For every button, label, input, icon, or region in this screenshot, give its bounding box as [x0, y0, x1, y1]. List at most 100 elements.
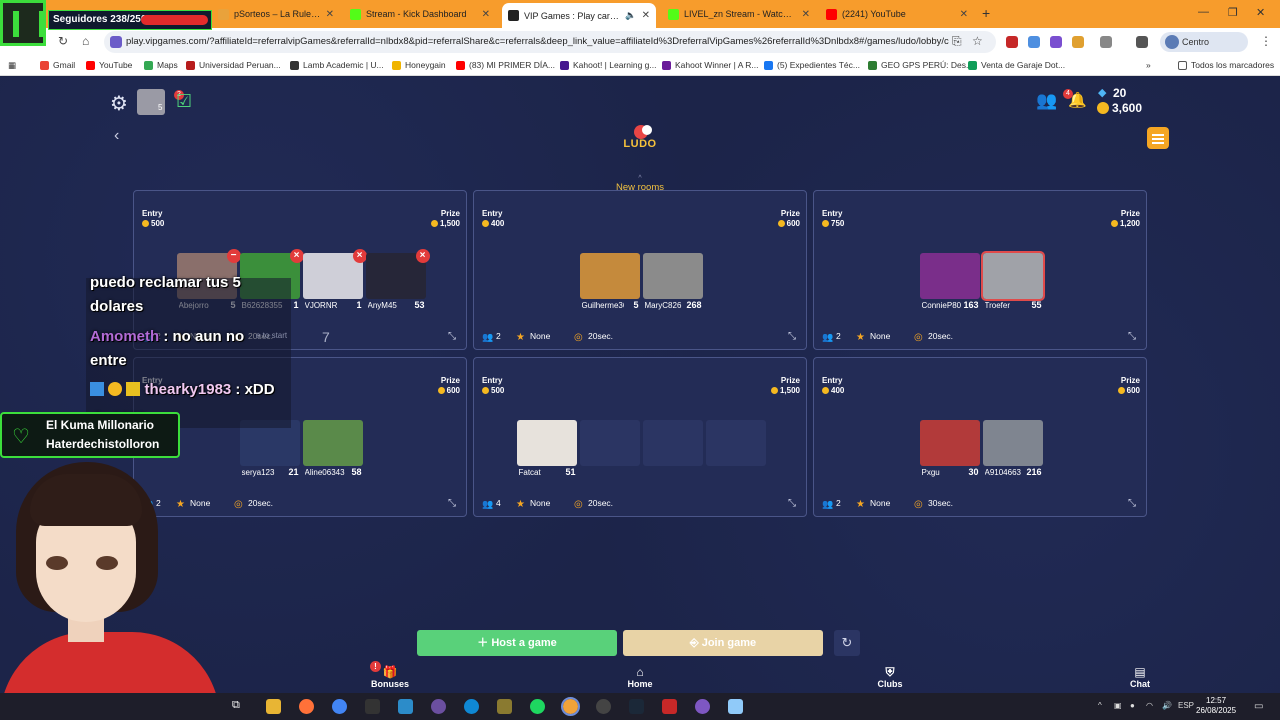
- minimize-icon[interactable]: —: [1198, 6, 1209, 18]
- menu-kebab-icon[interactable]: ⋮: [1260, 34, 1272, 48]
- game-icon[interactable]: [497, 699, 512, 714]
- room-card[interactable]: Entry 400 Prize 600 Pxgu 30 A9104663 216: [813, 357, 1147, 517]
- room-card[interactable]: Entry 400 Prize 600 Guilherme36 5 MaryC8…: [473, 190, 807, 350]
- extensions-puzzle-icon[interactable]: [1100, 36, 1112, 48]
- bookmark-maps[interactable]: Maps: [144, 60, 178, 70]
- expand-icon[interactable]: ⤡: [788, 331, 796, 342]
- language-indicator[interactable]: ESP: [1178, 701, 1194, 710]
- gear-icon[interactable]: ⚙: [110, 91, 128, 116]
- close-tab-icon[interactable]: ✕: [960, 9, 968, 20]
- vscode-icon[interactable]: [398, 699, 413, 714]
- app-icon[interactable]: [728, 699, 743, 714]
- nav-chat[interactable]: ▤ Chat: [1110, 665, 1170, 689]
- empty-seat[interactable]: [642, 420, 703, 478]
- wifi-icon[interactable]: ◠: [1146, 701, 1153, 710]
- obs-icon[interactable]: [431, 699, 446, 714]
- clock[interactable]: 12:57 26/08/2025: [1196, 696, 1236, 716]
- extension-icon[interactable]: [1050, 36, 1062, 48]
- reload-icon[interactable]: ↻: [58, 34, 68, 48]
- tab-kick-dashboard[interactable]: Stream - Kick Dashboard ✕: [344, 3, 496, 25]
- chrome-profile-icon[interactable]: [561, 697, 580, 716]
- room-card[interactable]: Entry 750 Prize 1,200 ConnieP80 163 Troe…: [813, 190, 1147, 350]
- home-browser-icon[interactable]: ⌂: [82, 34, 89, 48]
- close-tab-icon[interactable]: ✕: [642, 10, 650, 21]
- kick-player-icon[interactable]: ×: [415, 249, 430, 263]
- bookmark-expedientes[interactable]: (5) Expedientes Téc...: [764, 60, 860, 70]
- expand-icon[interactable]: ⤡: [1128, 331, 1136, 342]
- kick-player-icon[interactable]: ×: [352, 249, 367, 263]
- prize-label: Prize 1,500: [771, 376, 800, 395]
- tab-livel-stream[interactable]: LIVEL_zn Stream - Watch Live o ✕: [662, 3, 816, 25]
- app-icon[interactable]: [596, 699, 611, 714]
- nav-bonuses[interactable]: 🎁 Bonuses: [360, 665, 420, 689]
- bookmark-youtube[interactable]: YouTube: [86, 60, 132, 70]
- close-tab-icon[interactable]: ✕: [482, 9, 490, 20]
- tasks-check-icon[interactable]: ☑: [176, 91, 192, 112]
- tray-icon[interactable]: ▣: [1114, 701, 1122, 710]
- steam-icon[interactable]: [629, 699, 644, 714]
- expand-icon[interactable]: ⤡: [448, 498, 456, 509]
- host-game-button[interactable]: ＋ Host a game: [417, 630, 617, 656]
- extension-icon[interactable]: [1072, 36, 1084, 48]
- tab-vip-games[interactable]: VIP Games : Play card and l 🔈 ✕: [502, 3, 656, 28]
- profile-button[interactable]: Centro educativo: [1160, 32, 1248, 67]
- nav-home[interactable]: ⌂ Home: [610, 665, 670, 689]
- tab-sorteos[interactable]: pSorteos – La Ruleta de la S ✕: [212, 3, 340, 25]
- bookmark-lamb[interactable]: Lamb Academic | U...: [290, 60, 384, 70]
- extension-icon[interactable]: [1028, 36, 1040, 48]
- close-tab-icon[interactable]: ✕: [802, 9, 810, 20]
- camera-icon[interactable]: [365, 699, 380, 714]
- media-control-icon[interactable]: [1136, 36, 1148, 48]
- spotify-icon[interactable]: [530, 699, 545, 714]
- edge-icon[interactable]: [464, 699, 479, 714]
- restore-icon[interactable]: ❐: [1228, 6, 1238, 19]
- firefox-icon[interactable]: [299, 699, 314, 714]
- close-window-icon[interactable]: ✕: [1256, 6, 1265, 19]
- expand-icon[interactable]: ⤡: [788, 498, 796, 509]
- chrome-icon[interactable]: [332, 699, 347, 714]
- tab-youtube[interactable]: (2241) YouTube ✕: [820, 3, 974, 25]
- new-tab-button[interactable]: +: [982, 5, 990, 21]
- notifications-icon[interactable]: ▭: [1254, 701, 1263, 712]
- empty-seat[interactable]: [705, 420, 766, 478]
- url-input[interactable]: play.vipgames.com/?affiliateId=referralv…: [104, 31, 996, 53]
- bookmark-kahoot[interactable]: Kahoot! | Learning g...: [560, 60, 657, 70]
- empty-seat[interactable]: [579, 420, 640, 478]
- bell-icon[interactable]: 🔔: [1068, 91, 1087, 109]
- bookmark-honeygain[interactable]: Honeygain: [392, 60, 446, 70]
- close-tab-icon[interactable]: ✕: [326, 9, 334, 20]
- kick-player-icon[interactable]: ×: [289, 249, 304, 263]
- app-icon[interactable]: [662, 699, 677, 714]
- bookmark-universidad[interactable]: Universidad Peruan...: [186, 60, 281, 70]
- apps-grid-icon[interactable]: ▦: [8, 60, 16, 71]
- tray-chevron-icon[interactable]: ^: [1098, 701, 1102, 710]
- player-name: Aline06343: [304, 468, 345, 477]
- extension-icon[interactable]: [1006, 36, 1018, 48]
- more-bookmarks-icon[interactable]: »: [1146, 60, 1151, 70]
- task-view-icon[interactable]: ⧉: [232, 699, 247, 714]
- tab-audio-icon[interactable]: 🔈: [625, 10, 636, 21]
- youtube-icon: [826, 8, 837, 20]
- mic-icon[interactable]: ●: [1130, 701, 1135, 710]
- back-arrow-icon[interactable]: ‹: [114, 127, 119, 145]
- refresh-icon[interactable]: ↻: [834, 630, 860, 656]
- room-card[interactable]: Entry 500 Prize 1,500 Fatcat 51 👥 4 ★ No…: [473, 357, 807, 517]
- friends-icon[interactable]: 👥: [1036, 91, 1057, 111]
- bookmark-geogps[interactable]: GEO GPS PERÚ: Des...: [868, 60, 973, 70]
- bookmark-kahoot-winner[interactable]: Kahoot Winner | A R...: [662, 60, 758, 70]
- bookmark-gmail[interactable]: Gmail: [40, 60, 75, 70]
- file-explorer-icon[interactable]: [266, 699, 281, 714]
- bookmark-garaje[interactable]: Venta de Garaje Dot...: [968, 60, 1065, 70]
- app-icon[interactable]: [695, 699, 710, 714]
- install-icon[interactable]: ⎘: [952, 34, 962, 49]
- remove-player-icon[interactable]: −: [226, 249, 241, 263]
- filter-button[interactable]: [1147, 127, 1169, 149]
- bookmark-primer-dia[interactable]: (83) MI PRIMER DÍA...: [456, 60, 555, 70]
- expand-icon[interactable]: ⤡: [1128, 498, 1136, 509]
- nav-clubs[interactable]: ⛨ Clubs: [860, 665, 920, 689]
- join-game-button[interactable]: ⎆ Join game: [623, 630, 823, 656]
- all-bookmarks[interactable]: Todos los marcadores: [1178, 60, 1274, 70]
- site-info-icon[interactable]: [110, 36, 122, 48]
- bookmark-star-icon[interactable]: ☆: [972, 34, 983, 48]
- volume-icon[interactable]: 🔊: [1162, 701, 1172, 710]
